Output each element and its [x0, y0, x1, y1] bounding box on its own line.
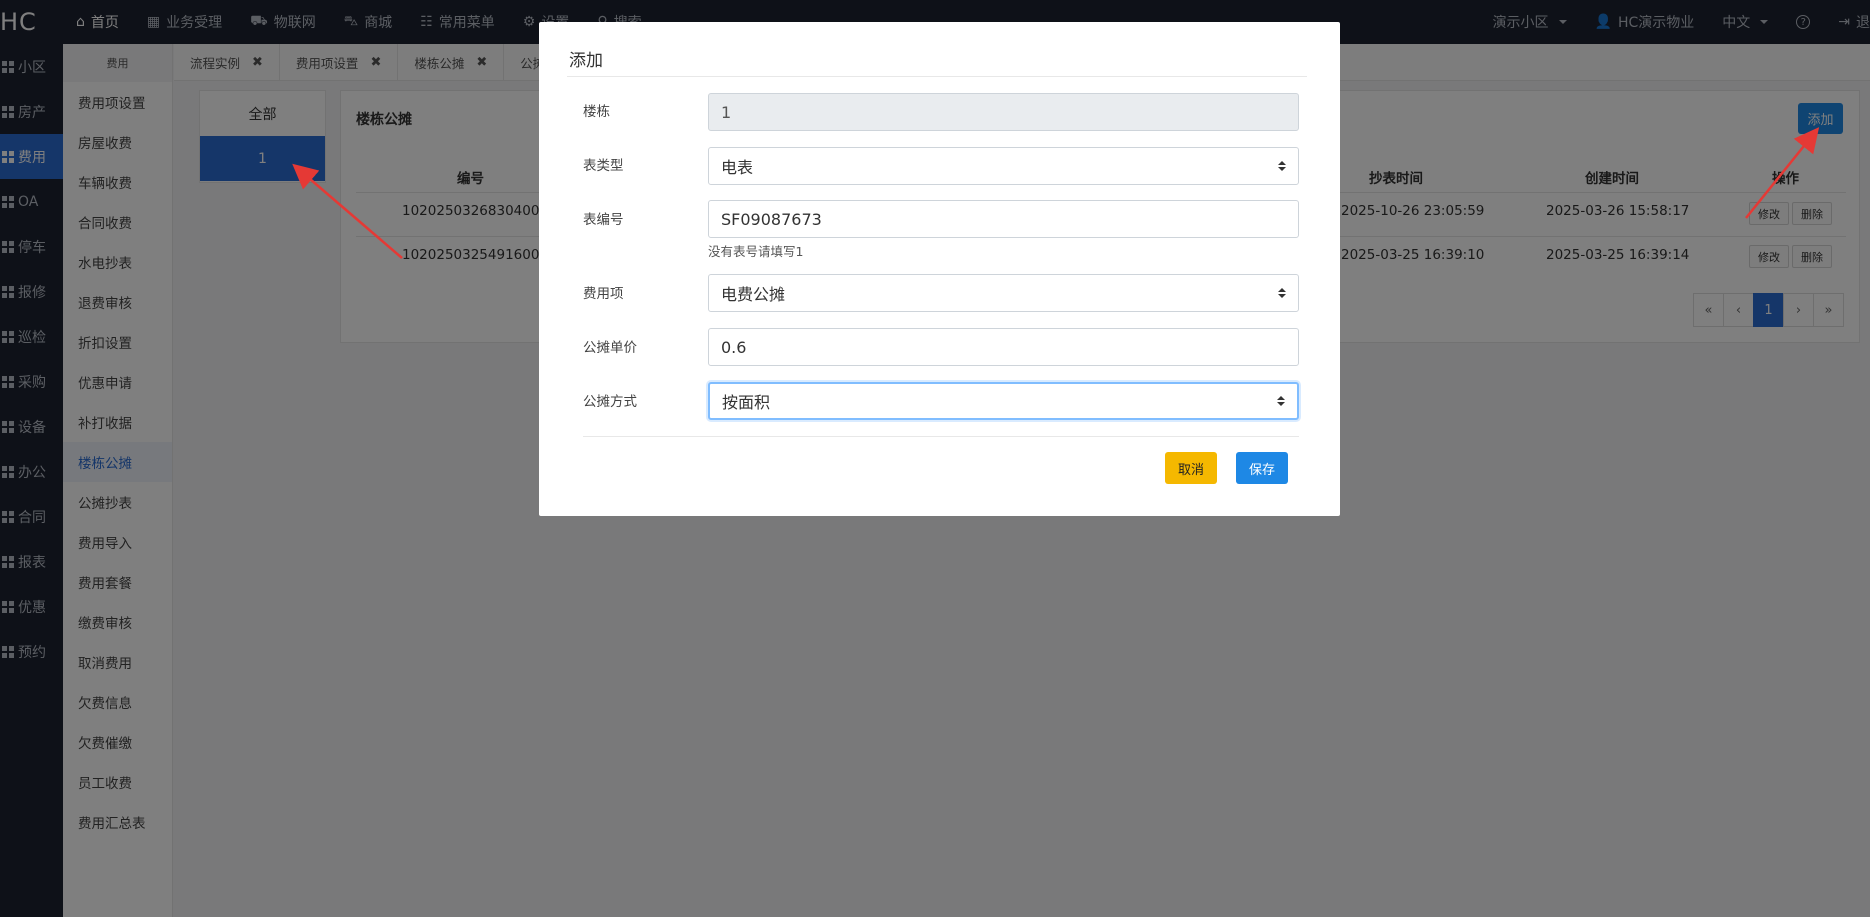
building-label: 楼栋 — [583, 104, 610, 120]
select-arrows-icon — [1278, 288, 1286, 298]
unit-price-input[interactable]: 0.6 — [708, 328, 1299, 366]
meter-type-label: 表类型 — [583, 158, 624, 174]
building-value: 1 — [721, 102, 732, 122]
fee-item-value: 电费公摊 — [721, 285, 786, 304]
divider — [567, 76, 1307, 77]
share-method-label: 公摊方式 — [583, 394, 637, 410]
save-button[interactable]: 保存 — [1236, 452, 1288, 484]
cancel-button[interactable]: 取消 — [1165, 452, 1217, 484]
meter-no-label: 表编号 — [583, 212, 624, 228]
building-field: 1 — [708, 93, 1299, 131]
fee-item-select[interactable]: 电费公摊 — [708, 274, 1299, 312]
fee-item-label: 费用项 — [583, 286, 624, 302]
unit-price-value: 0.6 — [721, 337, 747, 357]
add-dialog: 添加 楼栋 1 表类型 电表 表编号 SF09087673 没有表号请填写1 费… — [539, 22, 1340, 516]
dialog-title: 添加 — [569, 51, 603, 71]
divider — [583, 436, 1299, 437]
select-arrows-icon — [1278, 161, 1286, 171]
share-method-select[interactable]: 按面积 — [708, 382, 1299, 420]
meter-no-help: 没有表号请填写1 — [708, 244, 804, 259]
meter-type-value: 电表 — [721, 158, 754, 177]
meter-type-select[interactable]: 电表 — [708, 147, 1299, 185]
meter-no-input[interactable]: SF09087673 — [708, 200, 1299, 238]
share-method-value: 按面积 — [722, 393, 771, 412]
unit-price-label: 公摊单价 — [583, 340, 637, 356]
meter-no-value: SF09087673 — [721, 209, 822, 229]
select-arrows-icon — [1277, 396, 1285, 406]
